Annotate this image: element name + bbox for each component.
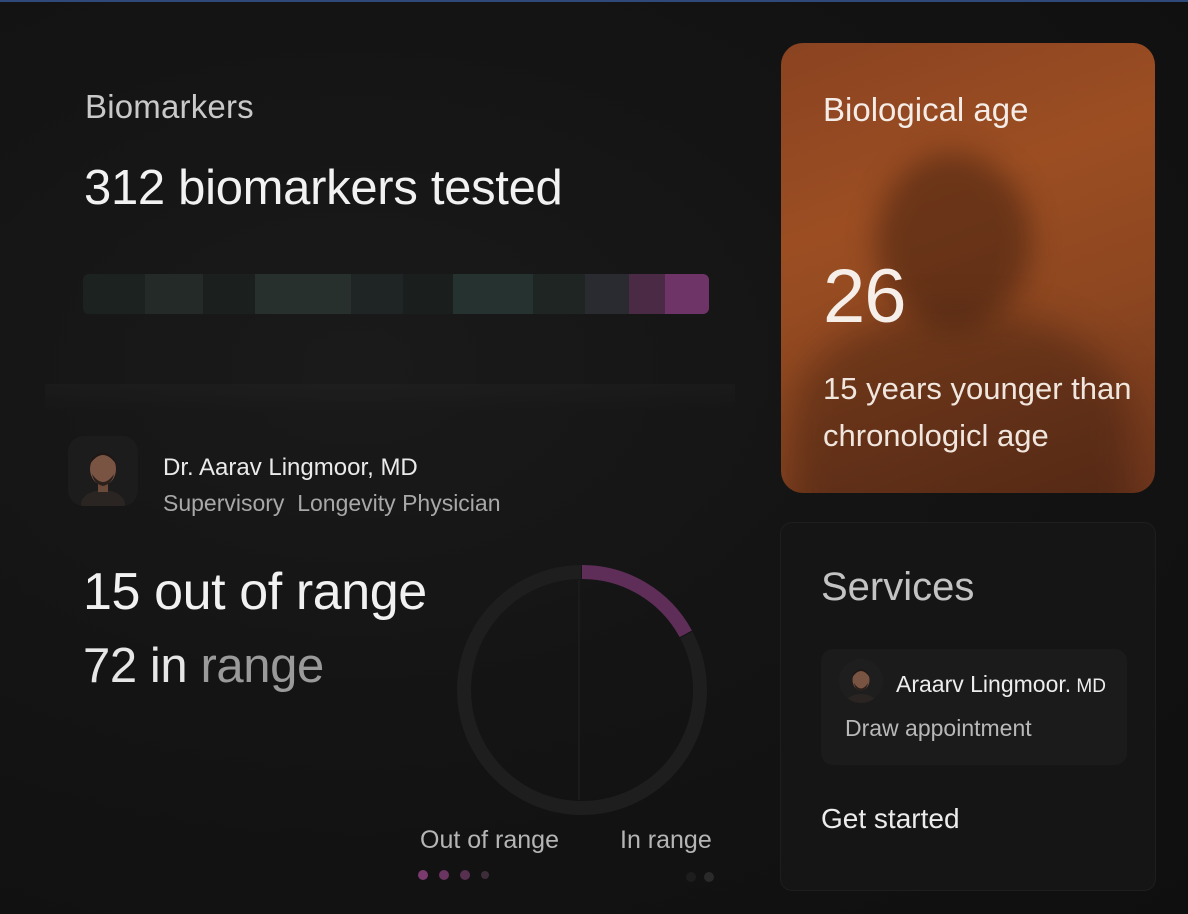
pagination-dot[interactable] xyxy=(418,870,428,880)
physician-avatar[interactable] xyxy=(68,436,138,506)
appointment-avatar xyxy=(839,659,883,703)
bar-segment xyxy=(585,274,629,314)
section-divider xyxy=(45,384,735,412)
doctor-portrait-icon xyxy=(839,659,883,703)
biological-age-card[interactable]: Biological age 26 15 years younger than … xyxy=(781,43,1155,493)
pagination-dot[interactable] xyxy=(460,870,470,880)
pagination-dots[interactable] xyxy=(418,870,489,880)
bar-segment xyxy=(403,274,453,314)
bar-segment xyxy=(255,274,351,314)
appointment-doctor-name: Araarv Lingmoor. MD xyxy=(896,671,1106,698)
pagination-dot[interactable] xyxy=(439,870,449,880)
biomarkers-section-title: Biomarkers xyxy=(85,88,254,125)
out-of-range-count: 15 out of range xyxy=(83,563,427,621)
bar-segment xyxy=(83,274,145,314)
in-range-number: 72 in xyxy=(83,639,188,693)
in-range-count: 72 in range xyxy=(83,638,324,694)
pagination-dots-secondary[interactable] xyxy=(686,872,714,882)
range-donut-chart xyxy=(457,565,707,815)
physician-portrait-icon xyxy=(68,436,138,506)
physician-role: Supervisory Longevity Physician xyxy=(163,490,501,516)
bar-segment xyxy=(533,274,585,314)
top-border xyxy=(0,0,1188,2)
services-card: Services Araarv Lingmoor. MD Draw appoin… xyxy=(780,522,1156,891)
pagination-dot[interactable] xyxy=(704,872,714,882)
appointment-doctor-name-text: Araarv Lingmoor. xyxy=(896,671,1072,697)
legend-out-of-range[interactable]: Out of range xyxy=(420,826,559,855)
appointment-doctor-suffix: MD xyxy=(1071,676,1106,697)
biological-age-title: Biological age xyxy=(823,91,1029,128)
get-started-button[interactable]: Get started xyxy=(821,803,960,835)
dashboard: Biomarkers 312 biomarkers tested Dr. Aar… xyxy=(0,0,1188,914)
in-range-word: range xyxy=(187,639,324,693)
services-title: Services xyxy=(821,565,975,609)
pagination-dot[interactable] xyxy=(481,871,489,879)
biological-age-value: 26 xyxy=(823,254,907,339)
bar-segment xyxy=(665,274,709,314)
pagination-dot[interactable] xyxy=(686,872,696,882)
bar-segment xyxy=(453,274,533,314)
bar-segment xyxy=(351,274,403,314)
bar-segment xyxy=(203,274,255,314)
bar-segment xyxy=(629,274,665,314)
legend-in-range[interactable]: In range xyxy=(620,826,712,855)
donut-segment-out-of-range xyxy=(581,565,692,638)
appointment-type: Draw appointment xyxy=(845,715,1032,741)
biomarkers-headline: 312 biomarkers tested xyxy=(84,161,563,215)
biomarker-distribution-bar xyxy=(83,274,709,314)
biological-age-note: 15 years younger than chronologicl age xyxy=(823,371,1132,453)
bar-segment xyxy=(145,274,203,314)
physician-name: Dr. Aarav Lingmoor, MD xyxy=(163,454,418,481)
appointment-item[interactable]: Araarv Lingmoor. MD Draw appointment xyxy=(821,649,1127,765)
